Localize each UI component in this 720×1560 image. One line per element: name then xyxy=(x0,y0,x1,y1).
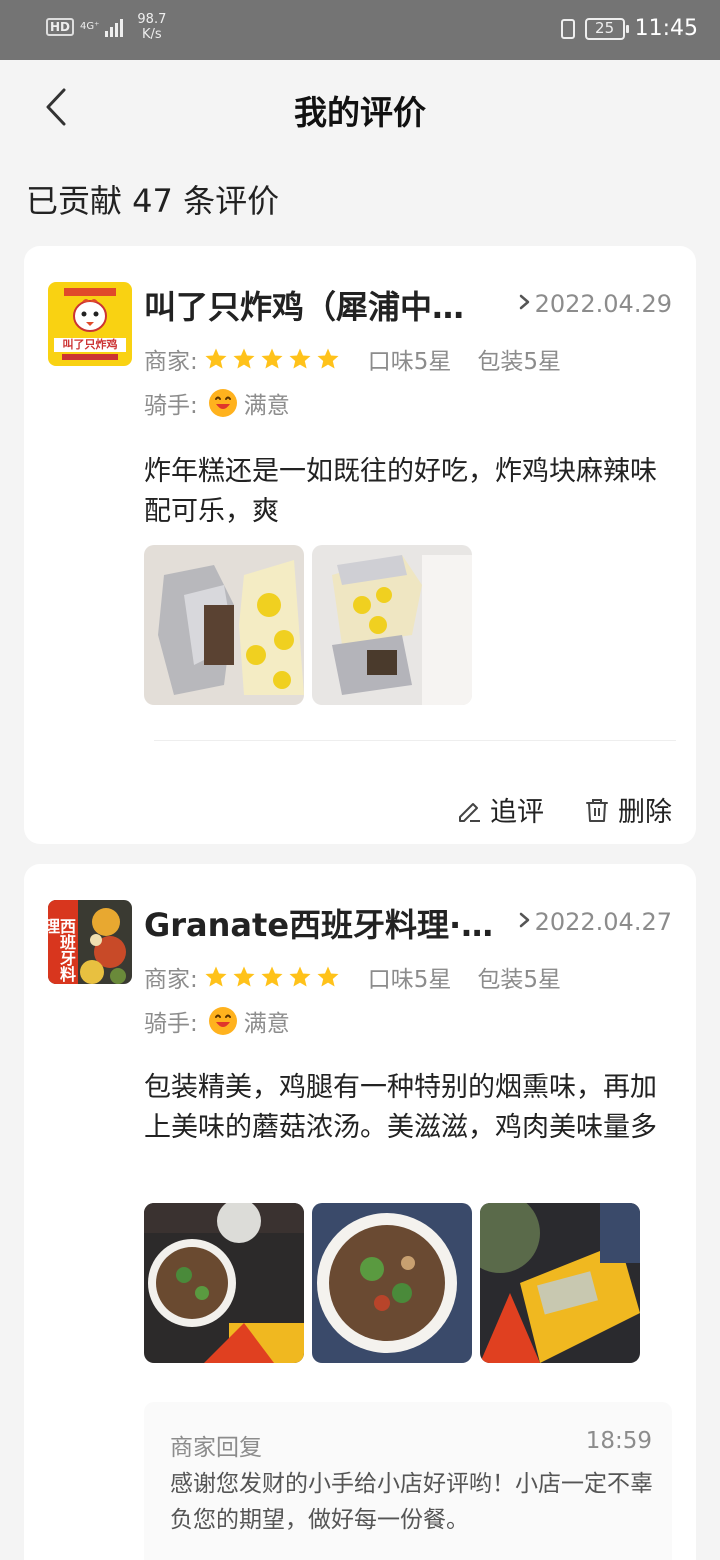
review-actions: 追评 删除 xyxy=(456,790,672,829)
merchant-label: 商家: xyxy=(144,349,198,375)
chevron-right-icon[interactable] xyxy=(517,292,533,312)
review-count: 已贡献 47 条评价 xyxy=(26,182,280,220)
battery-icon: 25 xyxy=(584,17,629,40)
review-photo[interactable] xyxy=(144,545,304,705)
review-photos xyxy=(144,1203,640,1363)
rider-rating: 满意 xyxy=(243,1011,290,1037)
battery-level: 25 xyxy=(595,18,615,37)
delete-button[interactable]: 删除 xyxy=(584,790,672,829)
star-icon xyxy=(205,966,227,987)
star-rating xyxy=(204,965,340,989)
review-date: 2022.04.27 xyxy=(534,908,672,936)
divider xyxy=(154,740,676,741)
reply-title: 商家回复 xyxy=(170,1435,262,1461)
star-icon xyxy=(289,966,311,987)
status-right: 25 11:45 xyxy=(560,16,698,41)
delete-label: 删除 xyxy=(618,797,672,828)
packaging-rating: 包装5星 xyxy=(477,349,562,375)
star-rating xyxy=(204,347,340,371)
logo-text: 叫了只炸鸡 xyxy=(62,338,118,351)
star-icon xyxy=(289,348,311,369)
star-icon xyxy=(233,966,255,987)
vibrate-icon xyxy=(560,18,575,39)
review-photos xyxy=(144,545,472,705)
logo-text: 西班牙料理 xyxy=(48,918,76,982)
happy-face-icon xyxy=(208,1007,237,1035)
review-card: 叫了只炸鸡 叫了只炸鸡（犀浦中… 2022.04.29 商家: 口味5星 包装5… xyxy=(24,246,696,844)
review-date: 2022.04.29 xyxy=(534,290,672,318)
follow-up-button[interactable]: 追评 xyxy=(456,790,544,829)
review-photo[interactable] xyxy=(312,545,472,705)
star-icon xyxy=(317,348,339,369)
rider-rating-row: 骑手: 满意 xyxy=(144,1004,290,1038)
page-title: 我的评价 xyxy=(294,93,426,132)
edit-icon xyxy=(459,802,480,822)
shop-logo[interactable]: 叫了只炸鸡 xyxy=(48,282,132,366)
star-icon xyxy=(261,348,283,369)
reply-time: 18:59 xyxy=(585,1428,652,1454)
trash-icon xyxy=(586,798,608,822)
status-bar: HD 4G⁺ 98.7 K/s 25 11:45 xyxy=(0,0,720,60)
network-type: 4G⁺ xyxy=(80,21,100,32)
hd-badge: HD xyxy=(46,18,75,36)
signal-icon xyxy=(105,17,124,37)
review-card: 西班牙料理 Granate西班牙料理·… 2022.04.27 商家: 口味5星… xyxy=(24,864,696,1560)
chevron-right-icon[interactable] xyxy=(517,910,533,930)
shop-name[interactable]: Granate西班牙料理·… xyxy=(144,900,499,946)
taste-rating: 口味5星 xyxy=(367,967,452,993)
merchant-reply: 商家回复 18:59 感谢您发财的小手给小店好评哟！小店一定不辜负您的期望，做好… xyxy=(144,1402,672,1560)
rider-label: 骑手: xyxy=(144,1011,198,1037)
shop-logo[interactable]: 西班牙料理 xyxy=(48,900,132,984)
merchant-rating-row: 商家: 口味5星 包装5星 xyxy=(144,960,587,994)
merchant-rating-row: 商家: 口味5星 包装5星 xyxy=(144,342,587,376)
status-left: HD 4G⁺ 98.7 K/s xyxy=(46,12,166,42)
rider-rating: 满意 xyxy=(243,393,290,419)
review-text: 炸年糕还是一如既往的好吃，炸鸡块麻辣味配可乐，爽 xyxy=(144,456,657,527)
star-icon xyxy=(317,966,339,987)
star-icon xyxy=(261,966,283,987)
speed-unit: K/s xyxy=(142,27,162,42)
review-photo[interactable] xyxy=(480,1203,640,1363)
happy-face-icon xyxy=(208,389,237,417)
reply-text: 感谢您发财的小手给小店好评哟！小店一定不辜负您的期望，做好每一份餐。 xyxy=(170,1471,653,1533)
rider-label: 骑手: xyxy=(144,393,198,419)
review-photo[interactable] xyxy=(312,1203,472,1363)
follow-up-label: 追评 xyxy=(490,797,544,828)
network-speed: 98.7 K/s xyxy=(137,12,166,42)
rider-rating-row: 骑手: 满意 xyxy=(144,386,290,420)
shop-name[interactable]: 叫了只炸鸡（犀浦中… xyxy=(144,282,499,328)
status-time: 11:45 xyxy=(634,16,698,41)
review-photo[interactable] xyxy=(144,1203,304,1363)
star-icon xyxy=(205,348,227,369)
speed-value: 98.7 xyxy=(137,12,167,27)
nav-bar: 我的评价 xyxy=(0,60,720,156)
packaging-rating: 包装5星 xyxy=(477,967,562,993)
merchant-label: 商家: xyxy=(144,967,198,993)
star-icon xyxy=(233,348,255,369)
taste-rating: 口味5星 xyxy=(367,349,452,375)
review-text: 包装精美，鸡腿有一种特别的烟熏味，再加上美味的蘑菇浓汤。美滋滋，鸡肉美味量多 xyxy=(144,1072,657,1143)
